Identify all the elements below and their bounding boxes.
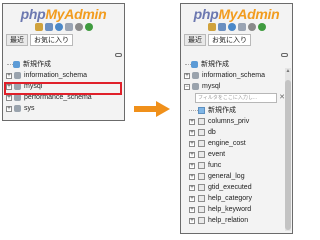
database-icon — [192, 83, 199, 90]
table-filter-input[interactable]: フィルタをここに入力し... — [195, 93, 277, 103]
help-icon[interactable] — [54, 23, 63, 31]
expand-icon[interactable]: + — [184, 73, 190, 79]
expand-icon[interactable]: + — [189, 119, 195, 125]
expand-icon[interactable]: + — [189, 174, 195, 180]
scrollbar[interactable]: ▲ — [285, 68, 291, 231]
table-icon — [198, 118, 205, 125]
expand-icon[interactable]: + — [189, 130, 195, 136]
scroll-up-icon[interactable]: ▲ — [285, 68, 291, 74]
expand-icon[interactable]: + — [189, 141, 195, 147]
table-icon — [198, 162, 205, 169]
link-with-main-icon[interactable] — [115, 53, 122, 57]
documentation-icon[interactable] — [237, 23, 246, 31]
new-database-icon — [191, 61, 198, 68]
database-icon — [192, 72, 199, 79]
highlight-box — [4, 82, 122, 95]
tree-item-database[interactable]: + information_schema — [3, 70, 124, 81]
tree-item-table[interactable]: + engine_cost — [181, 138, 292, 149]
link-with-main-icon[interactable] — [281, 53, 288, 57]
tree-item-table[interactable]: + help_category — [181, 193, 292, 204]
tab-recent[interactable]: 最近 — [6, 34, 28, 46]
navigation-toolbar — [181, 23, 292, 32]
table-icon — [198, 217, 205, 224]
tree-item-new-table[interactable]: 新規作成 — [181, 105, 292, 116]
expand-icon[interactable]: + — [189, 207, 195, 213]
logout-icon[interactable] — [44, 23, 53, 31]
database-icon — [14, 105, 21, 112]
phpmyadmin-logo[interactable]: phpMyAdmin — [181, 6, 292, 22]
collapse-icon[interactable]: − — [184, 84, 190, 90]
table-icon — [198, 195, 205, 202]
table-icon — [198, 140, 205, 147]
reload-icon[interactable] — [257, 23, 266, 31]
tab-favorites[interactable]: お気に入り — [30, 34, 73, 46]
tree-item-table[interactable]: + db — [181, 127, 292, 138]
new-database-icon — [13, 61, 20, 68]
table-icon — [198, 184, 205, 191]
reload-icon[interactable] — [84, 23, 93, 31]
expand-icon[interactable]: + — [6, 73, 12, 79]
expand-icon[interactable]: + — [189, 185, 195, 191]
tree-item-new[interactable]: 新規作成 — [181, 59, 292, 70]
arrow-right-icon — [134, 101, 170, 117]
navigation-panel-collapsed: phpMyAdmin 最近 お気に入り 新規作成 + information_s… — [2, 3, 125, 121]
home-icon[interactable] — [34, 23, 43, 31]
tree-item-table[interactable]: + columns_priv — [181, 116, 292, 127]
navigation-panel-expanded: phpMyAdmin 最近 お気に入り 新規作成 + information_s… — [180, 3, 293, 234]
table-icon — [198, 173, 205, 180]
home-icon[interactable] — [207, 23, 216, 31]
expand-icon[interactable]: + — [6, 95, 12, 101]
settings-icon[interactable] — [74, 23, 83, 31]
tree-item-table[interactable]: + help_keyword — [181, 204, 292, 215]
tree-item-database-expanded[interactable]: − mysql — [181, 81, 292, 92]
phpmyadmin-logo[interactable]: phpMyAdmin — [3, 6, 124, 22]
scrollbar-thumb[interactable] — [285, 80, 291, 230]
tab-recent[interactable]: 最近 — [184, 34, 206, 46]
logout-icon[interactable] — [217, 23, 226, 31]
tree-item-new[interactable]: 新規作成 — [3, 59, 124, 70]
expand-icon[interactable]: + — [189, 196, 195, 202]
settings-icon[interactable] — [247, 23, 256, 31]
tab-favorites[interactable]: お気に入り — [208, 34, 251, 46]
expand-icon[interactable]: + — [189, 163, 195, 169]
new-table-icon — [198, 107, 205, 114]
tree-item-database[interactable]: + sys — [3, 103, 124, 114]
expand-icon[interactable]: + — [189, 218, 195, 224]
tree-item-table[interactable]: + general_log — [181, 171, 292, 182]
database-tree: 新規作成 + information_schema − mysql フィルタをこ… — [181, 59, 292, 226]
table-icon — [198, 206, 205, 213]
database-icon — [14, 94, 21, 101]
tree-item-table[interactable]: + gtid_executed — [181, 182, 292, 193]
help-icon[interactable] — [227, 23, 236, 31]
navigation-toolbar — [3, 23, 124, 32]
table-icon — [198, 151, 205, 158]
expand-icon[interactable]: + — [189, 152, 195, 158]
database-icon — [14, 72, 21, 79]
documentation-icon[interactable] — [64, 23, 73, 31]
tree-item-database[interactable]: + information_schema — [181, 70, 292, 81]
expand-icon[interactable]: + — [6, 106, 12, 112]
tree-item-table[interactable]: + event — [181, 149, 292, 160]
tree-item-table[interactable]: + func — [181, 160, 292, 171]
tree-item-table[interactable]: + help_relation — [181, 215, 292, 226]
table-icon — [198, 129, 205, 136]
table-filter-row: フィルタをここに入力し... ✕ — [181, 92, 292, 105]
